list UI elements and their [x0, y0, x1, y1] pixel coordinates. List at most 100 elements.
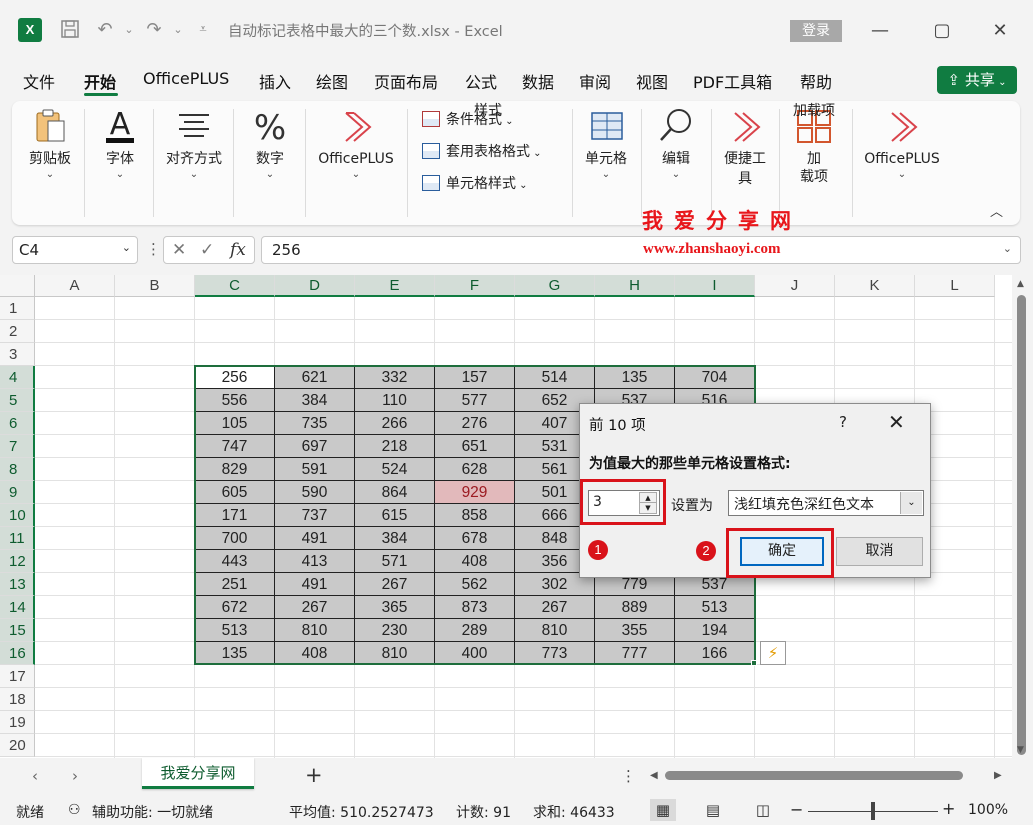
- data-cell[interactable]: 276: [435, 412, 515, 435]
- save-icon[interactable]: [59, 18, 81, 42]
- data-cell[interactable]: 267: [275, 596, 355, 619]
- data-cell[interactable]: 737: [275, 504, 355, 527]
- formula-bar-grip-icon[interactable]: ⋮: [146, 240, 161, 258]
- sheet-tab-active[interactable]: 我爱分享网: [142, 758, 254, 789]
- zoom-out-icon[interactable]: −: [790, 800, 803, 819]
- data-cell[interactable]: 747: [195, 435, 275, 458]
- menu-home[interactable]: 开始: [84, 69, 116, 93]
- data-cell[interactable]: 157: [435, 366, 515, 389]
- row-header-11[interactable]: 11: [0, 527, 35, 550]
- data-cell[interactable]: 605: [195, 481, 275, 504]
- data-cell[interactable]: 590: [275, 481, 355, 504]
- prev-sheet-icon[interactable]: ‹: [32, 767, 38, 785]
- data-cell[interactable]: 135: [195, 642, 275, 665]
- menu-file[interactable]: 文件: [23, 69, 55, 93]
- row-header-19[interactable]: 19: [0, 711, 35, 734]
- menu-insert[interactable]: 插入: [259, 69, 291, 93]
- data-cell[interactable]: 289: [435, 619, 515, 642]
- count-spinner[interactable]: 3 ▲ ▼: [588, 490, 660, 516]
- format-as-table-button[interactable]: 套用表格格式 ⌄: [422, 141, 542, 163]
- menu-formulas[interactable]: 公式: [465, 69, 497, 93]
- zoom-slider-knob[interactable]: [871, 802, 875, 820]
- row-header-1[interactable]: 1: [0, 297, 35, 320]
- cancel-entry-icon[interactable]: ✕: [172, 240, 186, 260]
- share-button[interactable]: ⇪ 共享 ⌄: [937, 66, 1017, 94]
- undo-icon[interactable]: ↶: [94, 18, 116, 42]
- column-header-e[interactable]: E: [355, 275, 435, 297]
- row-header-3[interactable]: 3: [0, 343, 35, 366]
- data-cell[interactable]: 591: [275, 458, 355, 481]
- data-cell[interactable]: 513: [675, 596, 755, 619]
- data-cell[interactable]: 810: [515, 619, 595, 642]
- row-header-17[interactable]: 17: [0, 665, 35, 688]
- menu-help[interactable]: 帮助: [800, 69, 832, 93]
- accessibility-status[interactable]: 辅助功能: 一切就绪: [92, 802, 213, 822]
- data-cell[interactable]: 562: [435, 573, 515, 596]
- help-icon[interactable]: ?: [839, 413, 847, 431]
- column-header-d[interactable]: D: [275, 275, 355, 297]
- data-cell[interactable]: 513: [195, 619, 275, 642]
- decrement-icon[interactable]: ▼: [640, 503, 656, 513]
- zoom-level[interactable]: 100%: [968, 802, 1008, 818]
- data-cell[interactable]: 628: [435, 458, 515, 481]
- cells-button[interactable]: 单元格 ⌄: [578, 101, 634, 225]
- menu-page-layout[interactable]: 页面布局: [374, 69, 438, 93]
- close-window-icon[interactable]: ✕: [985, 16, 1015, 46]
- confirm-entry-icon[interactable]: ✓: [200, 240, 214, 260]
- data-cell[interactable]: 194: [675, 619, 755, 642]
- row-header-4[interactable]: 4: [0, 366, 35, 389]
- data-cell[interactable]: 266: [355, 412, 435, 435]
- column-header-f[interactable]: F: [435, 275, 515, 297]
- tab-split-grip-icon[interactable]: ⋮: [621, 767, 636, 785]
- data-cell[interactable]: 858: [435, 504, 515, 527]
- data-cell[interactable]: 929: [435, 481, 515, 504]
- login-button[interactable]: 登录: [790, 20, 842, 42]
- row-header-5[interactable]: 5: [0, 389, 35, 412]
- column-header-c[interactable]: C: [195, 275, 275, 297]
- data-cell[interactable]: 408: [275, 642, 355, 665]
- officeplus-button[interactable]: OfficePLUS ⌄: [312, 101, 400, 225]
- data-cell[interactable]: 704: [675, 366, 755, 389]
- cell-styles-button[interactable]: 单元格样式 ⌄: [422, 173, 528, 195]
- column-header-a[interactable]: A: [35, 275, 115, 297]
- row-header-15[interactable]: 15: [0, 619, 35, 642]
- column-header-j[interactable]: J: [755, 275, 835, 297]
- data-cell[interactable]: 651: [435, 435, 515, 458]
- row-header-18[interactable]: 18: [0, 688, 35, 711]
- row-header-2[interactable]: 2: [0, 320, 35, 343]
- data-cell[interactable]: 735: [275, 412, 355, 435]
- data-cell[interactable]: 408: [435, 550, 515, 573]
- data-cell[interactable]: 256: [195, 366, 275, 389]
- data-cell[interactable]: 621: [275, 366, 355, 389]
- formula-input[interactable]: 256 ⌄: [261, 236, 1021, 264]
- data-cell[interactable]: 384: [275, 389, 355, 412]
- cancel-button[interactable]: 取消: [836, 537, 923, 566]
- menu-review[interactable]: 审阅: [579, 69, 611, 93]
- column-header-k[interactable]: K: [835, 275, 915, 297]
- data-cell[interactable]: 514: [515, 366, 595, 389]
- data-cell[interactable]: 571: [355, 550, 435, 573]
- quick-analysis-icon[interactable]: ⚡: [760, 641, 786, 665]
- accessibility-icon[interactable]: ⚇: [68, 802, 81, 818]
- data-cell[interactable]: 413: [275, 550, 355, 573]
- data-cell[interactable]: 889: [595, 596, 675, 619]
- data-cell[interactable]: 171: [195, 504, 275, 527]
- data-cell[interactable]: 829: [195, 458, 275, 481]
- ok-button[interactable]: 确定: [740, 537, 824, 566]
- fill-handle[interactable]: [751, 660, 757, 666]
- data-cell[interactable]: 443: [195, 550, 275, 573]
- column-header-l[interactable]: L: [915, 275, 995, 297]
- font-button[interactable]: A 字体 ⌄: [92, 101, 148, 225]
- customize-toolbar-icon[interactable]: ⩡: [192, 18, 214, 42]
- data-cell[interactable]: 218: [355, 435, 435, 458]
- data-cell[interactable]: 355: [595, 619, 675, 642]
- data-cell[interactable]: 700: [195, 527, 275, 550]
- alignment-button[interactable]: 对齐方式 ⌄: [160, 101, 228, 225]
- dialog-close-icon[interactable]: ✕: [888, 410, 905, 434]
- row-header-14[interactable]: 14: [0, 596, 35, 619]
- data-cell[interactable]: 524: [355, 458, 435, 481]
- data-cell[interactable]: 110: [355, 389, 435, 412]
- scroll-down-icon[interactable]: ▼: [1017, 745, 1024, 755]
- menu-officeplus[interactable]: OfficePLUS: [143, 69, 229, 88]
- data-cell[interactable]: 384: [355, 527, 435, 550]
